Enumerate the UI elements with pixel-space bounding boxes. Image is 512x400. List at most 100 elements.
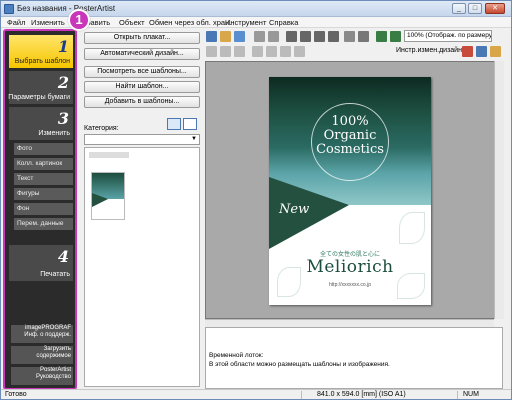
select-arrow-icon[interactable] — [206, 46, 217, 57]
polygon-tool-icon[interactable] — [294, 46, 305, 57]
rotate-icon[interactable] — [220, 46, 231, 57]
poster-brand: Meliorich — [306, 257, 394, 277]
large-thumbnails-icon[interactable] — [167, 118, 181, 130]
nav-step-print[interactable]: 4 Печатать — [9, 245, 73, 281]
dropdown-icon[interactable] — [358, 31, 369, 42]
group-header — [89, 152, 129, 158]
step-label: Выбрать шаблон — [14, 58, 70, 65]
poster-headline: 100% Organic Cosmetics — [269, 115, 431, 157]
close-button[interactable]: ✕ — [485, 3, 505, 14]
status-separator — [457, 391, 458, 399]
nav-bottom-line1: PosterArtist — [39, 367, 71, 373]
nav-sub-shapes[interactable]: Фигуры — [14, 188, 73, 200]
nav-sub-photo[interactable]: Фото — [14, 143, 73, 155]
vertical-scrollbar[interactable] — [494, 61, 504, 319]
menu-file[interactable]: Файл — [7, 18, 25, 27]
ruler-icon[interactable] — [328, 31, 339, 42]
nav-step-edit[interactable]: 3 Изменить — [9, 107, 73, 140]
horizontal-scrollbar[interactable] — [205, 319, 494, 327]
line-tool-icon[interactable] — [252, 46, 263, 57]
step-label: Изменить — [38, 130, 70, 137]
tray-hint: В этой области можно размещать шаблоны и… — [209, 361, 390, 368]
template-thumbnail-list[interactable] — [84, 147, 200, 387]
step-number: 4 — [57, 247, 69, 266]
print-icon[interactable] — [344, 31, 355, 42]
status-num: NUM — [463, 391, 479, 398]
rectangle-tool-icon[interactable] — [266, 46, 277, 57]
app-icon — [4, 4, 14, 14]
add-to-templates-button[interactable]: Добавить в шаблоны... — [84, 96, 200, 108]
menu-cloud-exchange[interactable]: Обмен через обл. хран. — [149, 18, 231, 27]
zoom-in-icon[interactable] — [376, 31, 387, 42]
temporary-tray[interactable]: Временной лоток: В этой области можно ра… — [205, 327, 503, 389]
nav-bottom-line1: Загрузить — [43, 346, 71, 352]
status-separator — [301, 391, 302, 399]
auto-design-button[interactable]: Автоматический дизайн... — [84, 48, 200, 60]
menu-object[interactable]: Объект — [119, 18, 145, 27]
nav-sub-clipart[interactable]: Колл. картинок — [14, 158, 73, 170]
main-toolbar: 100% (Отображ. по размеру) — [206, 30, 506, 44]
poster-new-tag: New — [279, 202, 310, 217]
nav-step-select-template[interactable]: 1 Выбрать шаблон — [9, 35, 73, 68]
new-icon[interactable] — [206, 31, 217, 42]
step-number: 3 — [57, 109, 69, 128]
poster-headline-3: Cosmetics — [316, 142, 384, 157]
window-title: Без названия - PosterArtist — [17, 4, 116, 13]
nav-bottom-line1: imagePROGRAF — [24, 325, 71, 331]
poster-url: http://xxxxxxx.co.jp — [329, 282, 371, 288]
menu-help[interactable]: Справка — [269, 18, 298, 27]
nav-sub-text[interactable]: Текст — [14, 173, 73, 185]
nav-sub-background[interactable]: Фон — [14, 203, 73, 215]
save-icon[interactable] — [234, 31, 245, 42]
poster-headline-2: Organic — [323, 128, 377, 143]
status-paper-size: 841.0 x 594.0 [mm] (ISO A1) — [317, 391, 406, 398]
design-tool-1-icon[interactable] — [462, 46, 473, 57]
left-nav: 1 Выбрать шаблон 2 Параметры бумаги 3 Из… — [3, 29, 77, 390]
category-select[interactable]: ▼ — [84, 134, 200, 145]
nav-download-content-button[interactable]: Загрузить содержимое — [11, 346, 73, 364]
open-icon[interactable] — [220, 31, 231, 42]
design-tool-2-icon[interactable] — [476, 46, 487, 57]
nav-bottom-line2: Руководство — [35, 374, 71, 380]
grid-icon[interactable] — [314, 31, 325, 42]
draw-toolbar: Инстр.измен.дизайна — [206, 45, 506, 59]
minimize-button[interactable]: _ — [452, 3, 466, 14]
chevron-down-icon: ▼ — [191, 136, 197, 142]
step-number: 2 — [57, 73, 69, 92]
zoom-select[interactable]: 100% (Отображ. по размеру) — [404, 30, 492, 42]
menu-edit[interactable]: Изменить — [31, 18, 65, 27]
nav-manual-button[interactable]: PosterArtist Руководство — [11, 367, 73, 385]
zoom-out-icon[interactable] — [390, 31, 401, 42]
nav-bottom-line2: содержимое — [36, 353, 71, 359]
annotation-badge: 1 — [68, 9, 90, 31]
maximize-button[interactable]: □ — [468, 3, 482, 14]
find-template-button[interactable]: Найти шаблон... — [84, 81, 200, 93]
template-thumbnail[interactable] — [91, 172, 125, 220]
redo-icon[interactable] — [268, 31, 279, 42]
preview-icon[interactable] — [300, 31, 311, 42]
ellipse-tool-icon[interactable] — [280, 46, 291, 57]
menu-tools[interactable]: Инструмент — [225, 18, 266, 27]
layout-icon[interactable] — [286, 31, 297, 42]
design-tools-label[interactable]: Инстр.измен.дизайна — [396, 47, 466, 54]
nav-support-info-button[interactable]: imagePROGRAF Инф. о поддерж. — [11, 325, 73, 343]
tray-title: Временной лоток: — [209, 352, 264, 359]
poster-headline-1: 100% — [331, 114, 369, 129]
design-tool-3-icon[interactable] — [490, 46, 501, 57]
category-label: Категория: — [84, 125, 119, 132]
poster-page[interactable]: 100% Organic Cosmetics New 全ての女性の肌と心に Me… — [269, 77, 431, 305]
app-window: Без названия - PosterArtist _ □ ✕ Файл И… — [0, 0, 512, 400]
open-poster-button[interactable]: Открыть плакат... — [84, 32, 200, 44]
step-label: Печатать — [40, 271, 70, 278]
status-text: Готово — [5, 391, 27, 398]
small-thumbnails-icon[interactable] — [183, 118, 197, 130]
undo-icon[interactable] — [254, 31, 265, 42]
nav-bottom-line2: Инф. о поддерж. — [24, 332, 71, 338]
template-panel: Открыть плакат... Автоматический дизайн.… — [81, 29, 203, 389]
status-bar: Готово 841.0 x 594.0 [mm] (ISO A1) NUM — [1, 389, 511, 399]
view-all-templates-button[interactable]: Посмотреть все шаблоны... — [84, 66, 200, 78]
step-label: Параметры бумаги — [8, 94, 70, 101]
nav-step-paper-settings[interactable]: 2 Параметры бумаги — [8, 71, 73, 104]
text-tool-icon[interactable] — [234, 46, 245, 57]
nav-sub-variable-data[interactable]: Перем. данные — [14, 218, 73, 230]
